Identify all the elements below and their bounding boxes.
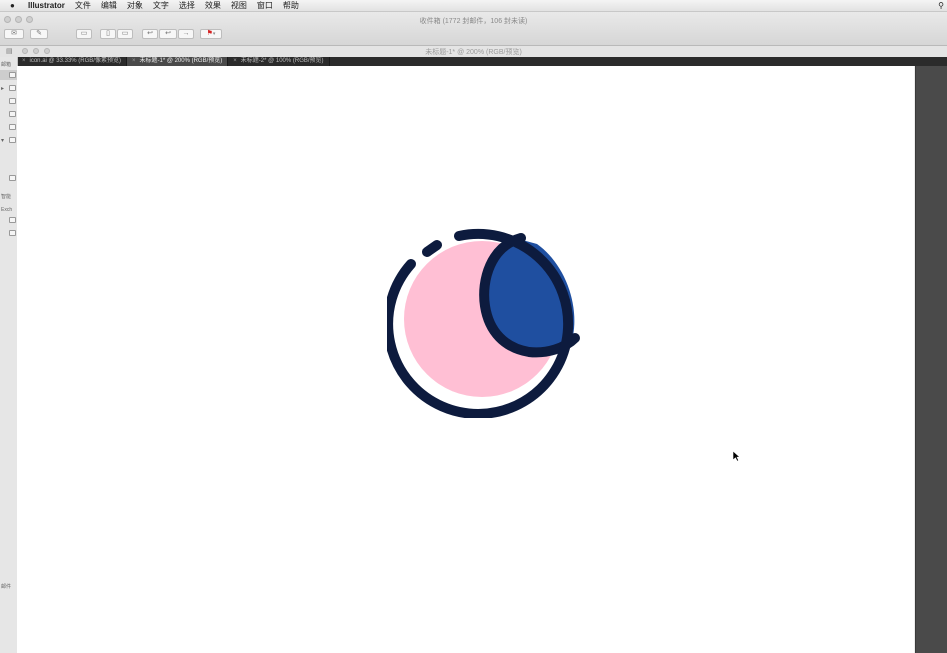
junk-mailbox-icon[interactable] xyxy=(9,124,16,130)
get-mail-button[interactable]: ✉ xyxy=(4,29,24,39)
junk-icon: ▭ xyxy=(121,30,129,37)
menu-view[interactable]: 视图 xyxy=(231,0,247,11)
menu-window[interactable]: 窗口 xyxy=(257,0,273,11)
tab-label: 未标题-1* @ 200% (RGB/预览) xyxy=(139,58,223,64)
forward-button[interactable]: → xyxy=(178,29,194,39)
junk-button[interactable]: ▭ xyxy=(117,29,133,39)
reply-all-icon: ↩ xyxy=(165,30,171,37)
apple-menu-icon[interactable]: ● xyxy=(10,0,20,11)
search-icon[interactable]: ⚲ xyxy=(938,0,944,11)
chevron-down-icon: ▾ xyxy=(212,31,216,37)
flag-button[interactable]: ⚑▾ xyxy=(200,29,222,39)
ring-dash-segment[interactable] xyxy=(422,240,442,257)
tab-label: icon.ai @ 33.33% (RGB/像素预览) xyxy=(29,58,121,64)
mouse-pointer-icon xyxy=(732,450,740,462)
close-tab-icon[interactable]: × xyxy=(132,58,136,64)
trash-icon: ▯ xyxy=(106,30,110,37)
envelope-icon: ✉ xyxy=(11,30,17,37)
disclosure-triangle-icon[interactable]: ▸ xyxy=(1,85,4,92)
reply-button[interactable]: ↩ xyxy=(142,29,158,39)
sidebar-footer: 邮件 xyxy=(1,584,12,590)
mail-window-toolbar: 收件箱 (1772 封邮件，106 封未读) ✉ ✎ ▭ ▯ ▭ ↩ ↩ → ⚑… xyxy=(0,12,947,46)
mail-window-title: 收件箱 (1772 封邮件，106 封未读) xyxy=(419,18,528,25)
document-title: 未标题-1* @ 200% (RGB/预览) xyxy=(425,49,522,56)
sidebar-header-smart: 智能 xyxy=(1,194,12,200)
sent-icon[interactable] xyxy=(9,111,16,117)
menu-effect[interactable]: 效果 xyxy=(205,0,221,11)
menu-help[interactable]: 帮助 xyxy=(283,0,299,11)
inbox-icon[interactable] xyxy=(9,72,16,78)
moon-icon-artwork[interactable] xyxy=(387,224,587,418)
tab-icon-ai[interactable]: × icon.ai @ 33.33% (RGB/像素预览) xyxy=(17,57,127,66)
trash-mailbox-icon[interactable] xyxy=(9,137,16,143)
mail-sidebar: 邮箱 ▸ ▾ 智能 Exch 邮件 xyxy=(0,57,18,653)
disclosure-triangle-open-icon[interactable]: ▾ xyxy=(1,137,4,144)
folder-icon[interactable] xyxy=(9,230,16,236)
menu-type[interactable]: 文字 xyxy=(153,0,169,11)
menu-object[interactable]: 对象 xyxy=(127,0,143,11)
menu-app-name[interactable]: Illustrator xyxy=(28,0,65,11)
close-tab-icon[interactable]: × xyxy=(233,58,237,64)
menu-file[interactable]: 文件 xyxy=(75,0,91,11)
archive-mailbox-icon[interactable] xyxy=(9,175,16,181)
flag-mailbox-icon[interactable] xyxy=(9,85,16,91)
archive-icon: ▭ xyxy=(80,30,88,37)
artboard-canvas[interactable] xyxy=(17,66,914,653)
menu-edit[interactable]: 编辑 xyxy=(101,0,117,11)
forward-icon: → xyxy=(182,30,190,37)
sidebar-header-exchange: Exch xyxy=(1,207,13,213)
tab-label: 未标题-2* @ 100% (RGB/预览) xyxy=(240,58,324,64)
pasteboard xyxy=(915,66,947,653)
drafts-icon[interactable] xyxy=(9,98,16,104)
archive-button[interactable]: ▭ xyxy=(76,29,92,39)
menu-bar: ● Illustrator 文件 编辑 对象 文字 选择 效果 视图 窗口 帮助… xyxy=(0,0,947,12)
tab-untitled-1[interactable]: × 未标题-1* @ 200% (RGB/预览) xyxy=(126,57,229,66)
reply-all-button[interactable]: ↩ xyxy=(159,29,177,39)
delete-button[interactable]: ▯ xyxy=(100,29,116,39)
compose-button[interactable]: ✎ xyxy=(30,29,48,39)
reply-icon: ↩ xyxy=(147,30,153,37)
document-tab-bar: × icon.ai @ 33.33% (RGB/像素预览) × 未标题-1* @ 2… xyxy=(17,57,947,66)
menu-select[interactable]: 选择 xyxy=(179,0,195,11)
compose-icon: ✎ xyxy=(36,30,42,37)
close-tab-icon[interactable]: × xyxy=(22,58,26,64)
sidebar-header-mailboxes: 邮箱 xyxy=(1,62,12,68)
tab-untitled-2[interactable]: × 未标题-2* @ 100% (RGB/预览) xyxy=(228,57,330,66)
folder-icon[interactable] xyxy=(9,217,16,223)
